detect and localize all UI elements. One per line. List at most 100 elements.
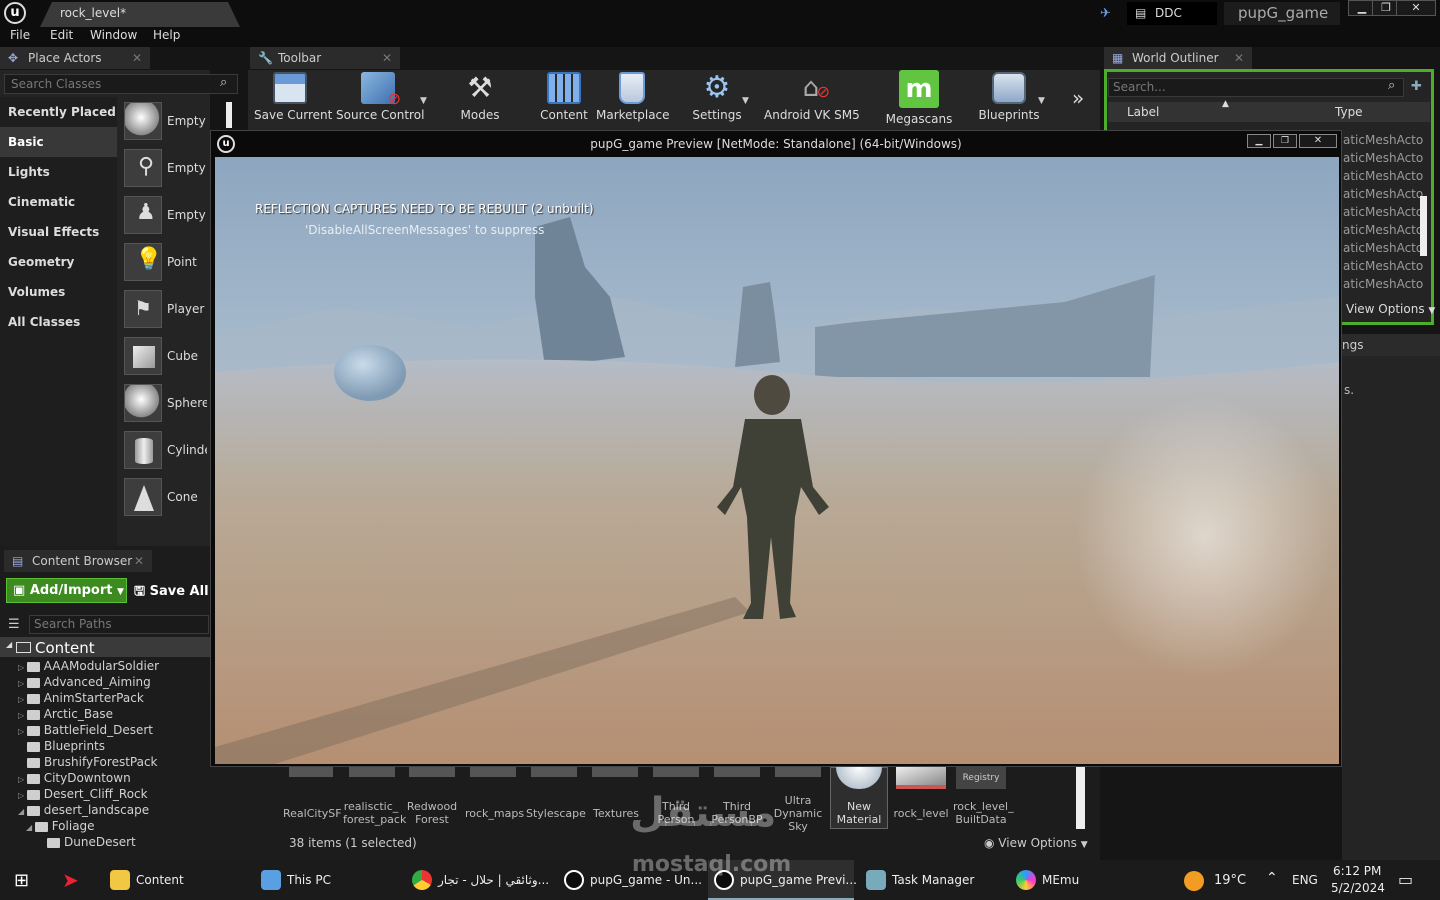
save-all-button[interactable]: 🖫 Save All xyxy=(134,582,209,604)
marketplace-button[interactable]: Marketplace xyxy=(596,72,670,122)
close-icon[interactable]: ✕ xyxy=(1234,47,1244,69)
outliner-view-options[interactable]: View Options ▼ xyxy=(1346,302,1435,316)
actor-empty-character[interactable]: ⚲ Empty xyxy=(124,147,210,191)
menu-file[interactable]: File xyxy=(10,28,30,42)
toolbar-overflow-icon[interactable]: » xyxy=(1072,86,1084,110)
taskbar-app-task-manager[interactable]: Task Manager xyxy=(860,860,1006,900)
preview-close-button[interactable]: ✕ xyxy=(1299,134,1337,148)
outliner-row[interactable]: aticMeshActo xyxy=(1343,259,1423,277)
outliner-row[interactable]: aticMeshActo xyxy=(1343,241,1423,259)
place-actors-tab[interactable]: ✥ Place Actors ✕ xyxy=(0,47,150,69)
asset-label[interactable]: realisctic_ forest_pack xyxy=(343,800,406,826)
category-visual-effects[interactable]: Visual Effects xyxy=(0,217,117,247)
category-geometry[interactable]: Geometry xyxy=(0,247,117,277)
chevron-down-icon[interactable]: ▼ xyxy=(1038,96,1045,106)
actor-cube[interactable]: Cube xyxy=(124,335,210,379)
asset-label[interactable]: Stylescape xyxy=(526,807,586,820)
asset-label[interactable]: rock_maps xyxy=(465,807,524,820)
category-basic[interactable]: Basic xyxy=(0,127,117,157)
asset-label[interactable]: rock_level xyxy=(893,807,949,820)
chevron-down-icon[interactable]: ▼ xyxy=(420,96,427,106)
preview-maximize-button[interactable]: ❐ xyxy=(1273,134,1297,148)
actor-empty-actor[interactable]: Empty xyxy=(124,100,210,144)
outliner-row[interactable]: aticMeshActo xyxy=(1343,169,1423,187)
menu-help[interactable]: Help xyxy=(153,28,180,42)
taskbar-app-memu[interactable]: MEmu xyxy=(1010,860,1130,900)
weather-temp[interactable]: 19°C xyxy=(1214,873,1246,888)
actor-empty-pawn[interactable]: ♟ Empty xyxy=(124,194,210,238)
android-launch-button[interactable]: ⌂ ⊘ Android VK SM5 xyxy=(764,72,860,122)
folder-item[interactable]: ▷ AAAModularSoldier xyxy=(18,659,159,675)
toolbar-tab[interactable]: 🔧 Toolbar ✕ xyxy=(250,47,400,69)
taskbar-app-this-pc[interactable]: This PC xyxy=(255,860,398,900)
outliner-row[interactable]: aticMeshActo xyxy=(1343,205,1423,223)
outliner-row[interactable]: aticMeshActo xyxy=(1343,187,1423,205)
folder-item[interactable]: ◢ desert_landscape xyxy=(18,803,149,819)
outliner-row[interactable]: aticMeshActo xyxy=(1343,151,1423,169)
category-all-classes[interactable]: All Classes xyxy=(0,307,117,337)
category-lights[interactable]: Lights xyxy=(0,157,117,187)
asset-label[interactable]: rock_level_ BuiltData xyxy=(953,800,1014,826)
world-outliner-tab[interactable]: ▦ World Outliner ✕ xyxy=(1104,47,1252,69)
clock-time[interactable]: 6:12 PM xyxy=(1333,864,1381,878)
category-recently-placed[interactable]: Recently Placed xyxy=(0,97,117,127)
folder-item[interactable]: DuneDesert xyxy=(47,835,136,851)
source-control-button[interactable]: ⊘ Source Control xyxy=(336,72,424,122)
folder-item[interactable]: ◢ Foliage xyxy=(26,819,95,835)
taskbar-app-chrome[interactable]: وثائقي | حلال - تجار... xyxy=(406,860,552,900)
close-icon[interactable]: ✕ xyxy=(132,47,142,69)
settings-button[interactable]: ⚙ Settings xyxy=(690,72,744,123)
source-control-icon[interactable]: ✈ xyxy=(1100,6,1118,21)
add-import-button[interactable]: ▣ Add/Import ▼ xyxy=(6,578,127,603)
outliner-row[interactable]: aticMeshActo xyxy=(1343,223,1423,241)
actor-cone[interactable]: Cone xyxy=(124,476,210,520)
content-browser-tab[interactable]: ▤ Content Browser ✕ xyxy=(4,550,152,572)
chevron-up-icon[interactable]: ⌃ xyxy=(1266,870,1278,886)
asset-label[interactable]: Ultra Dynamic Sky xyxy=(770,794,826,833)
modes-button[interactable]: ⚒ Modes xyxy=(452,72,508,123)
content-button[interactable]: Content xyxy=(538,72,590,122)
search-classes-input[interactable]: Search Classes xyxy=(4,74,238,94)
folder-item[interactable]: ▷ Desert_Cliff_Rock xyxy=(18,787,148,803)
actor-player-start[interactable]: ⚑ Player xyxy=(124,288,210,332)
add-folder-icon[interactable]: ✚ xyxy=(1411,79,1422,94)
folder-item[interactable]: BrushifyForestPack xyxy=(27,755,158,771)
preview-title-bar[interactable]: pupG_game Preview [NetMode: Standalone] … xyxy=(211,131,1341,157)
megascans-button[interactable]: m Megascans xyxy=(884,70,954,126)
app-launcher-icon[interactable]: ➤ xyxy=(62,868,79,892)
label-column-header[interactable]: Label xyxy=(1127,105,1159,119)
category-cinematic[interactable]: Cinematic xyxy=(0,187,117,217)
details-tab[interactable]: ngs xyxy=(1342,334,1440,356)
ddc-button[interactable]: ▤ DDC xyxy=(1127,2,1217,25)
game-viewport[interactable]: REFLECTION CAPTURES NEED TO BE REBUILT (… xyxy=(215,157,1339,764)
close-icon[interactable]: ✕ xyxy=(134,550,144,572)
outliner-row[interactable]: aticMeshActo xyxy=(1343,277,1423,295)
folder-item[interactable]: ▷ Advanced_Aiming xyxy=(18,675,151,691)
actor-cylinder[interactable]: Cylinder xyxy=(124,429,210,473)
menu-window[interactable]: Window xyxy=(90,28,137,42)
chevron-down-icon[interactable]: ▼ xyxy=(742,96,749,106)
actor-sphere[interactable]: Sphere xyxy=(124,382,210,426)
taskbar-app-content[interactable]: Content xyxy=(104,860,247,900)
content-view-options[interactable]: ◉ View Options ▼ xyxy=(984,836,1088,850)
menu-edit[interactable]: Edit xyxy=(50,28,73,42)
folder-item[interactable]: ▷ CityDowntown xyxy=(18,771,131,787)
scrollbar-thumb[interactable] xyxy=(1420,196,1427,256)
preview-minimize-button[interactable]: ▁ xyxy=(1247,134,1271,148)
level-tab[interactable]: rock_level* xyxy=(40,2,240,27)
blueprints-button[interactable]: Blueprints xyxy=(976,72,1042,122)
windows-start-icon[interactable]: ⊞ xyxy=(14,870,29,891)
sources-toggle-icon[interactable]: ☰ xyxy=(8,617,20,632)
type-column-header[interactable]: Type xyxy=(1335,105,1363,119)
asset-label-selected[interactable]: New Material xyxy=(831,800,887,826)
search-paths-input[interactable]: Search Paths xyxy=(29,615,209,634)
language-indicator[interactable]: ENG xyxy=(1292,873,1318,887)
outliner-row[interactable]: aticMeshActo xyxy=(1343,133,1423,151)
weather-sun-icon[interactable] xyxy=(1184,871,1204,891)
actor-point-light[interactable]: 💡 Point xyxy=(124,241,210,285)
scrollbar-thumb[interactable] xyxy=(1076,767,1085,829)
folder-item[interactable]: ▷ AnimStarterPack xyxy=(18,691,144,707)
save-current-button[interactable]: Save Current xyxy=(254,72,332,122)
category-volumes[interactable]: Volumes xyxy=(0,277,117,307)
folder-item[interactable]: ▷ Arctic_Base xyxy=(18,707,113,723)
